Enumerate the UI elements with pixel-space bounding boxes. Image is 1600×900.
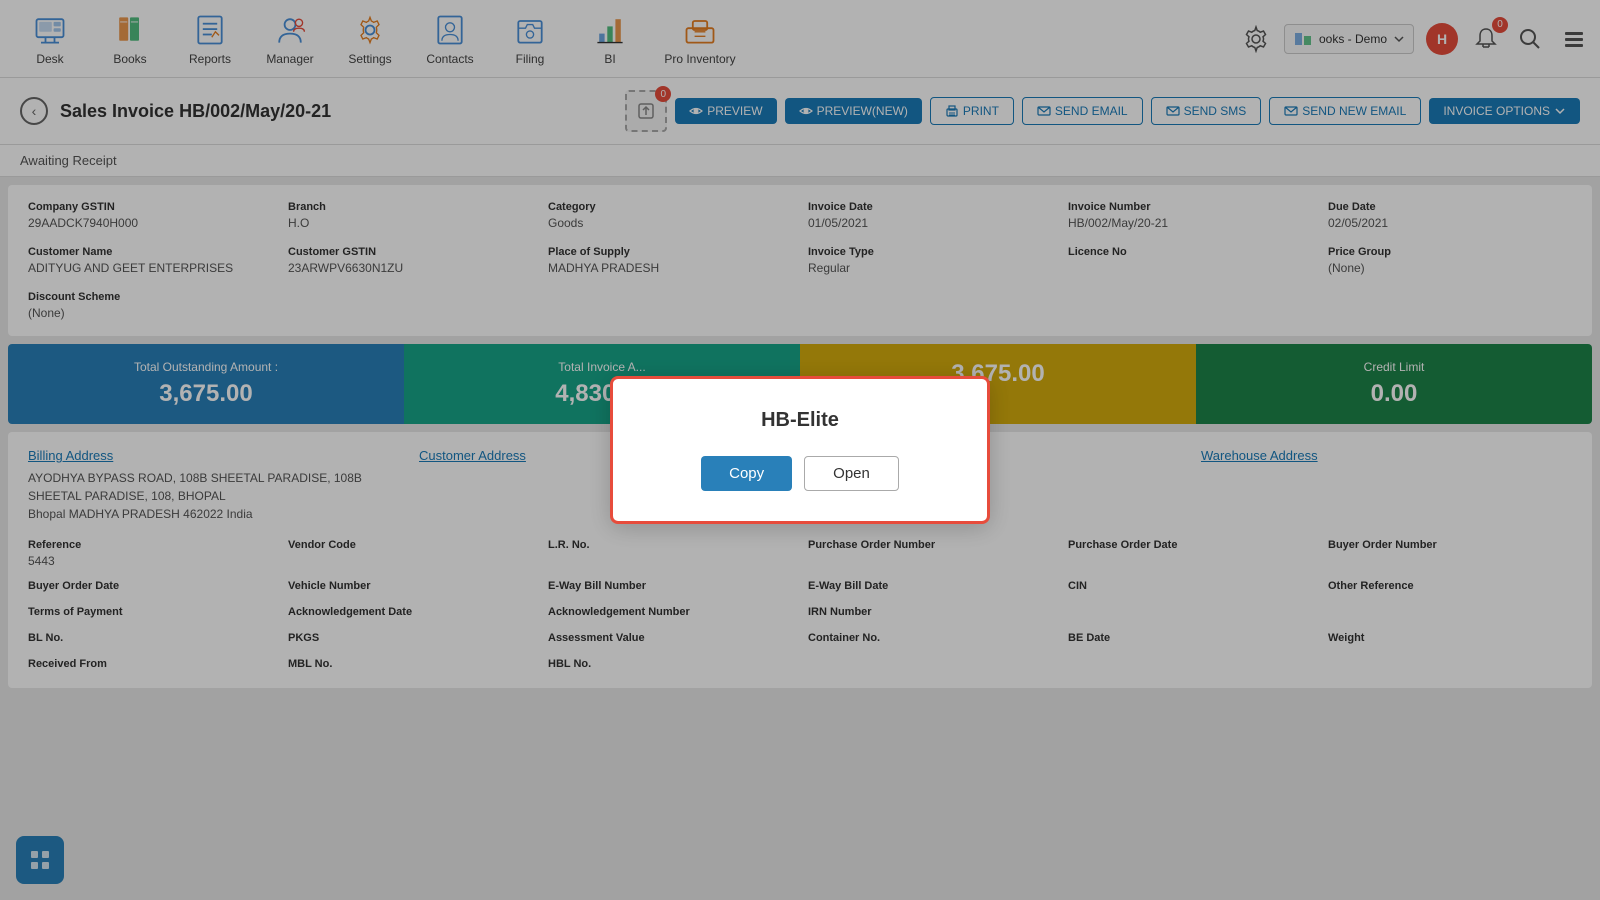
modal-overlay: HB-Elite Copy Open: [0, 0, 1600, 900]
modal-copy-button[interactable]: Copy: [701, 456, 792, 491]
modal-title: HB-Elite: [761, 409, 839, 432]
modal-open-label: Open: [833, 465, 870, 482]
modal-copy-label: Copy: [729, 465, 764, 482]
modal-open-button[interactable]: Open: [804, 456, 899, 491]
modal-box: HB-Elite Copy Open: [610, 376, 990, 524]
modal-buttons: Copy Open: [701, 456, 899, 491]
